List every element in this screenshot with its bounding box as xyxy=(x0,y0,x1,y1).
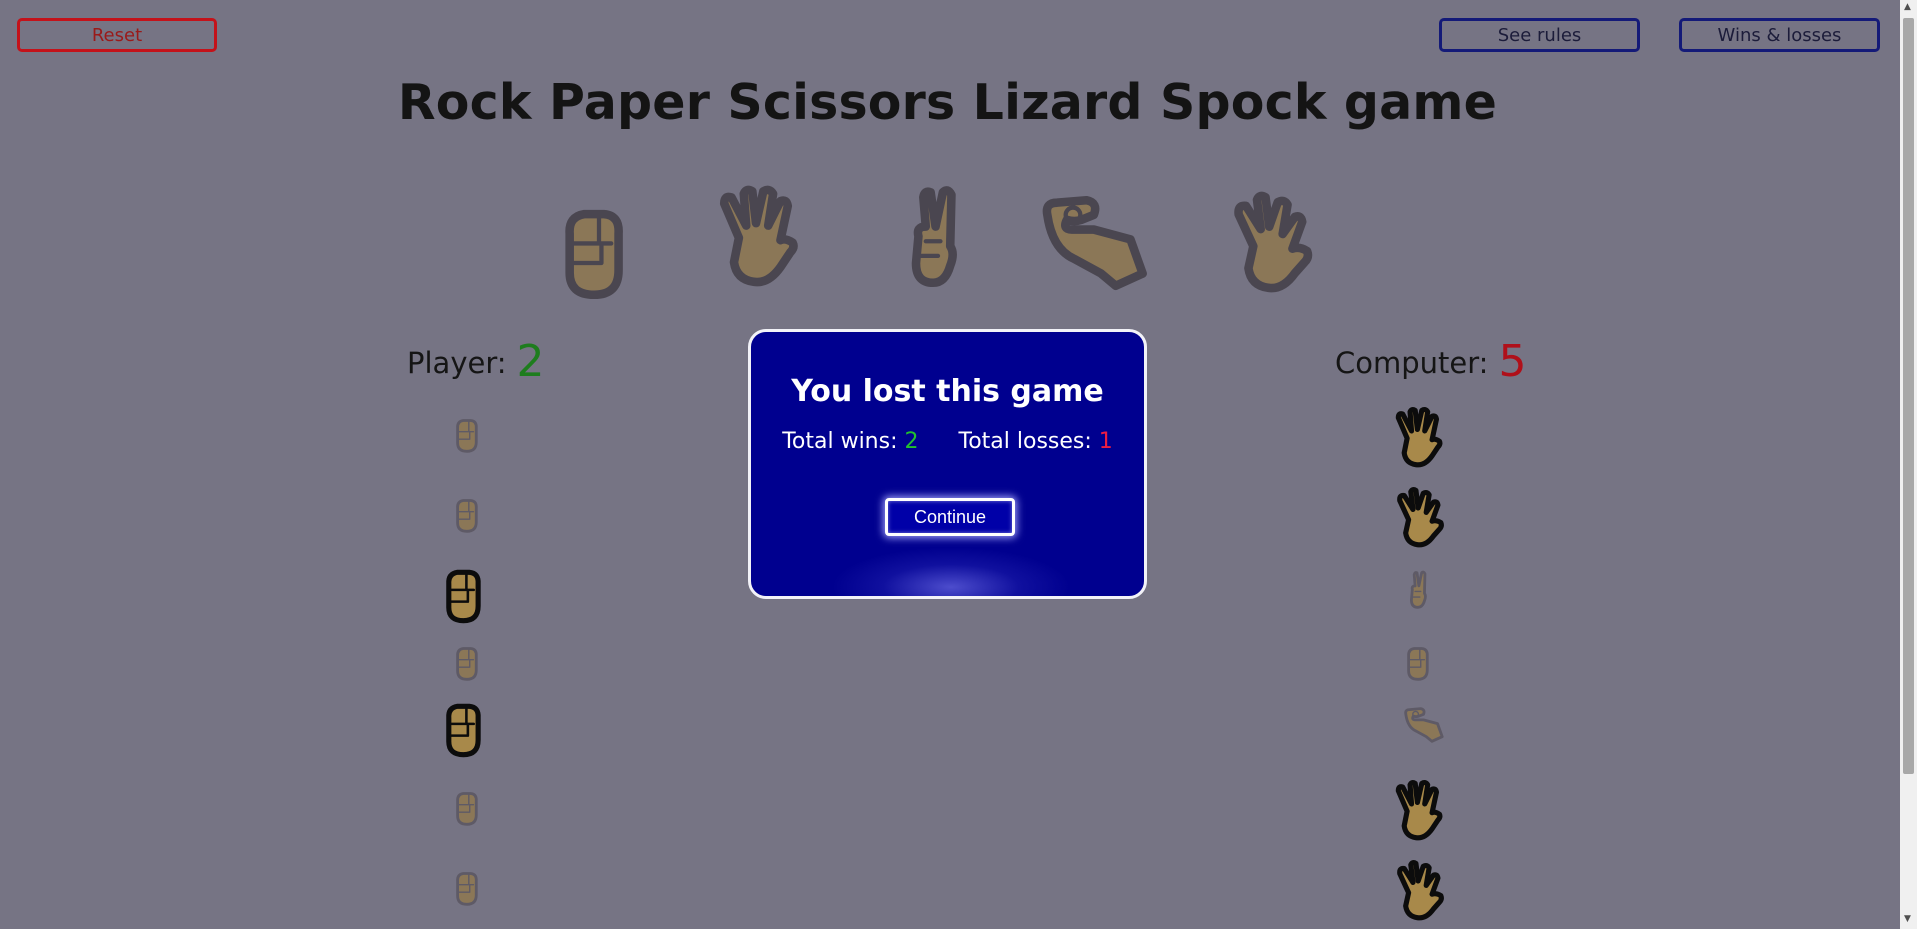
pinching-hand-icon xyxy=(1040,188,1150,298)
vulcan-salute-icon xyxy=(1391,859,1457,925)
computer-score-label: Computer: 5 xyxy=(1335,333,1527,387)
scissors-choice-button[interactable] xyxy=(894,185,1004,295)
fist-icon xyxy=(440,696,506,762)
computer-history-item xyxy=(1391,779,1457,845)
fist-icon xyxy=(440,562,506,628)
fist-icon xyxy=(452,414,494,456)
scrollbar-thumb[interactable] xyxy=(1903,18,1914,774)
player-history-item xyxy=(452,642,494,684)
scrollbar[interactable]: ▲ ▼ xyxy=(1900,0,1917,929)
computer-history-item xyxy=(1403,570,1445,612)
total-losses-value: 1 xyxy=(1098,429,1113,454)
fist-icon xyxy=(1403,642,1445,684)
fist-icon xyxy=(452,642,494,684)
modal-totals: Total wins: 2 Total losses: 1 xyxy=(751,429,1144,454)
victory-hand-icon xyxy=(894,185,1004,295)
player-score-label: Player: 2 xyxy=(407,333,545,387)
see-rules-button[interactable]: See rules xyxy=(1439,18,1640,52)
open-hand-icon xyxy=(1391,406,1457,472)
modal-title: You lost this game xyxy=(791,374,1104,409)
player-history-item xyxy=(452,414,494,456)
fist-icon xyxy=(452,787,494,829)
continue-button[interactable]: Continue xyxy=(885,498,1015,536)
player-history-item xyxy=(452,867,494,909)
player-score: 2 xyxy=(516,336,545,387)
total-losses-label: Total losses: xyxy=(958,429,1092,454)
paper-choice-button[interactable] xyxy=(712,184,822,294)
player-history-item xyxy=(452,787,494,829)
vulcan-salute-icon xyxy=(1391,486,1457,552)
modal-glow xyxy=(831,547,1071,596)
player-history-item xyxy=(440,696,506,762)
page-title: Rock Paper Scissors Lizard Spock game xyxy=(397,74,1498,131)
computer-score: 5 xyxy=(1498,336,1527,387)
computer-history-item xyxy=(1391,486,1457,552)
wins-losses-button[interactable]: Wins & losses xyxy=(1679,18,1880,52)
lizard-choice-button[interactable] xyxy=(1040,188,1150,298)
total-wins-label: Total wins: xyxy=(782,429,898,454)
player-history-item xyxy=(452,494,494,536)
fist-icon xyxy=(555,197,665,307)
game-result-modal: You lost this game Total wins: 2 Total l… xyxy=(748,329,1147,599)
scroll-up-arrow-icon[interactable]: ▲ xyxy=(1904,2,1911,12)
reset-button[interactable]: Reset xyxy=(17,18,217,52)
fist-icon xyxy=(452,494,494,536)
scroll-down-arrow-icon[interactable]: ▼ xyxy=(1904,914,1911,924)
total-wins-value: 2 xyxy=(904,429,919,454)
pinching-hand-icon xyxy=(1403,704,1445,746)
victory-hand-icon xyxy=(1403,570,1445,612)
fist-icon xyxy=(452,867,494,909)
computer-history-item xyxy=(1391,859,1457,925)
open-hand-icon xyxy=(1391,779,1457,845)
open-hand-icon xyxy=(712,184,822,294)
player-label: Player: xyxy=(407,346,507,380)
spock-choice-button[interactable] xyxy=(1224,190,1334,300)
computer-history-item xyxy=(1403,642,1445,684)
player-history-item xyxy=(440,562,506,628)
computer-label: Computer: xyxy=(1335,346,1489,380)
rock-choice-button[interactable] xyxy=(555,197,665,307)
computer-history-item xyxy=(1403,704,1445,746)
computer-history-item xyxy=(1391,406,1457,472)
vulcan-salute-icon xyxy=(1224,190,1334,300)
